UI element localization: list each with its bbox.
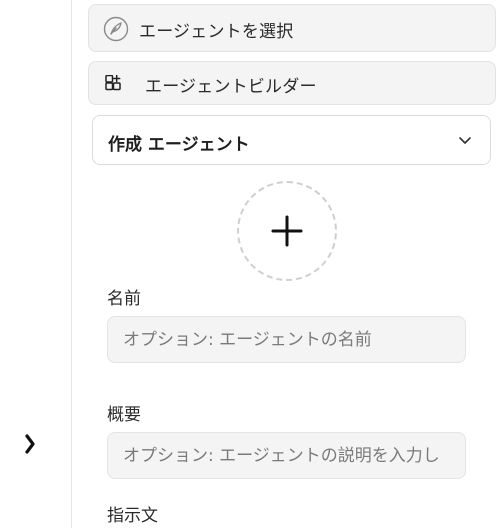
- select-agent-label: エージェントを選択: [139, 22, 294, 42]
- agent-select-dropdown[interactable]: 作成 エージェント: [92, 115, 491, 165]
- name-input[interactable]: [107, 316, 466, 363]
- agent-builder-button[interactable]: エージェントビルダー: [88, 61, 496, 105]
- agent-builder-label: エージェントビルダー: [145, 77, 317, 97]
- instructions-label: 指示文: [107, 506, 158, 526]
- name-label: 名前: [107, 289, 141, 309]
- agent-panel: エージェントを選択 エージェントビルダー 作成 エージェント 名前 概要 指示文: [72, 0, 499, 528]
- description-label: 概要: [107, 405, 141, 425]
- select-agent-button[interactable]: エージェントを選択: [88, 4, 496, 52]
- expand-sidebar-toggle[interactable]: [22, 432, 38, 456]
- plus-icon: [271, 215, 303, 247]
- chevron-right-icon: [25, 434, 35, 454]
- grid-plus-icon: [105, 75, 121, 91]
- chevron-down-icon: [459, 137, 471, 144]
- feather-icon: [103, 16, 129, 42]
- description-input[interactable]: [107, 432, 466, 479]
- left-rail: [0, 0, 72, 528]
- avatar-upload-button[interactable]: [237, 181, 337, 281]
- dropdown-selected-value: 作成 エージェント: [108, 135, 250, 155]
